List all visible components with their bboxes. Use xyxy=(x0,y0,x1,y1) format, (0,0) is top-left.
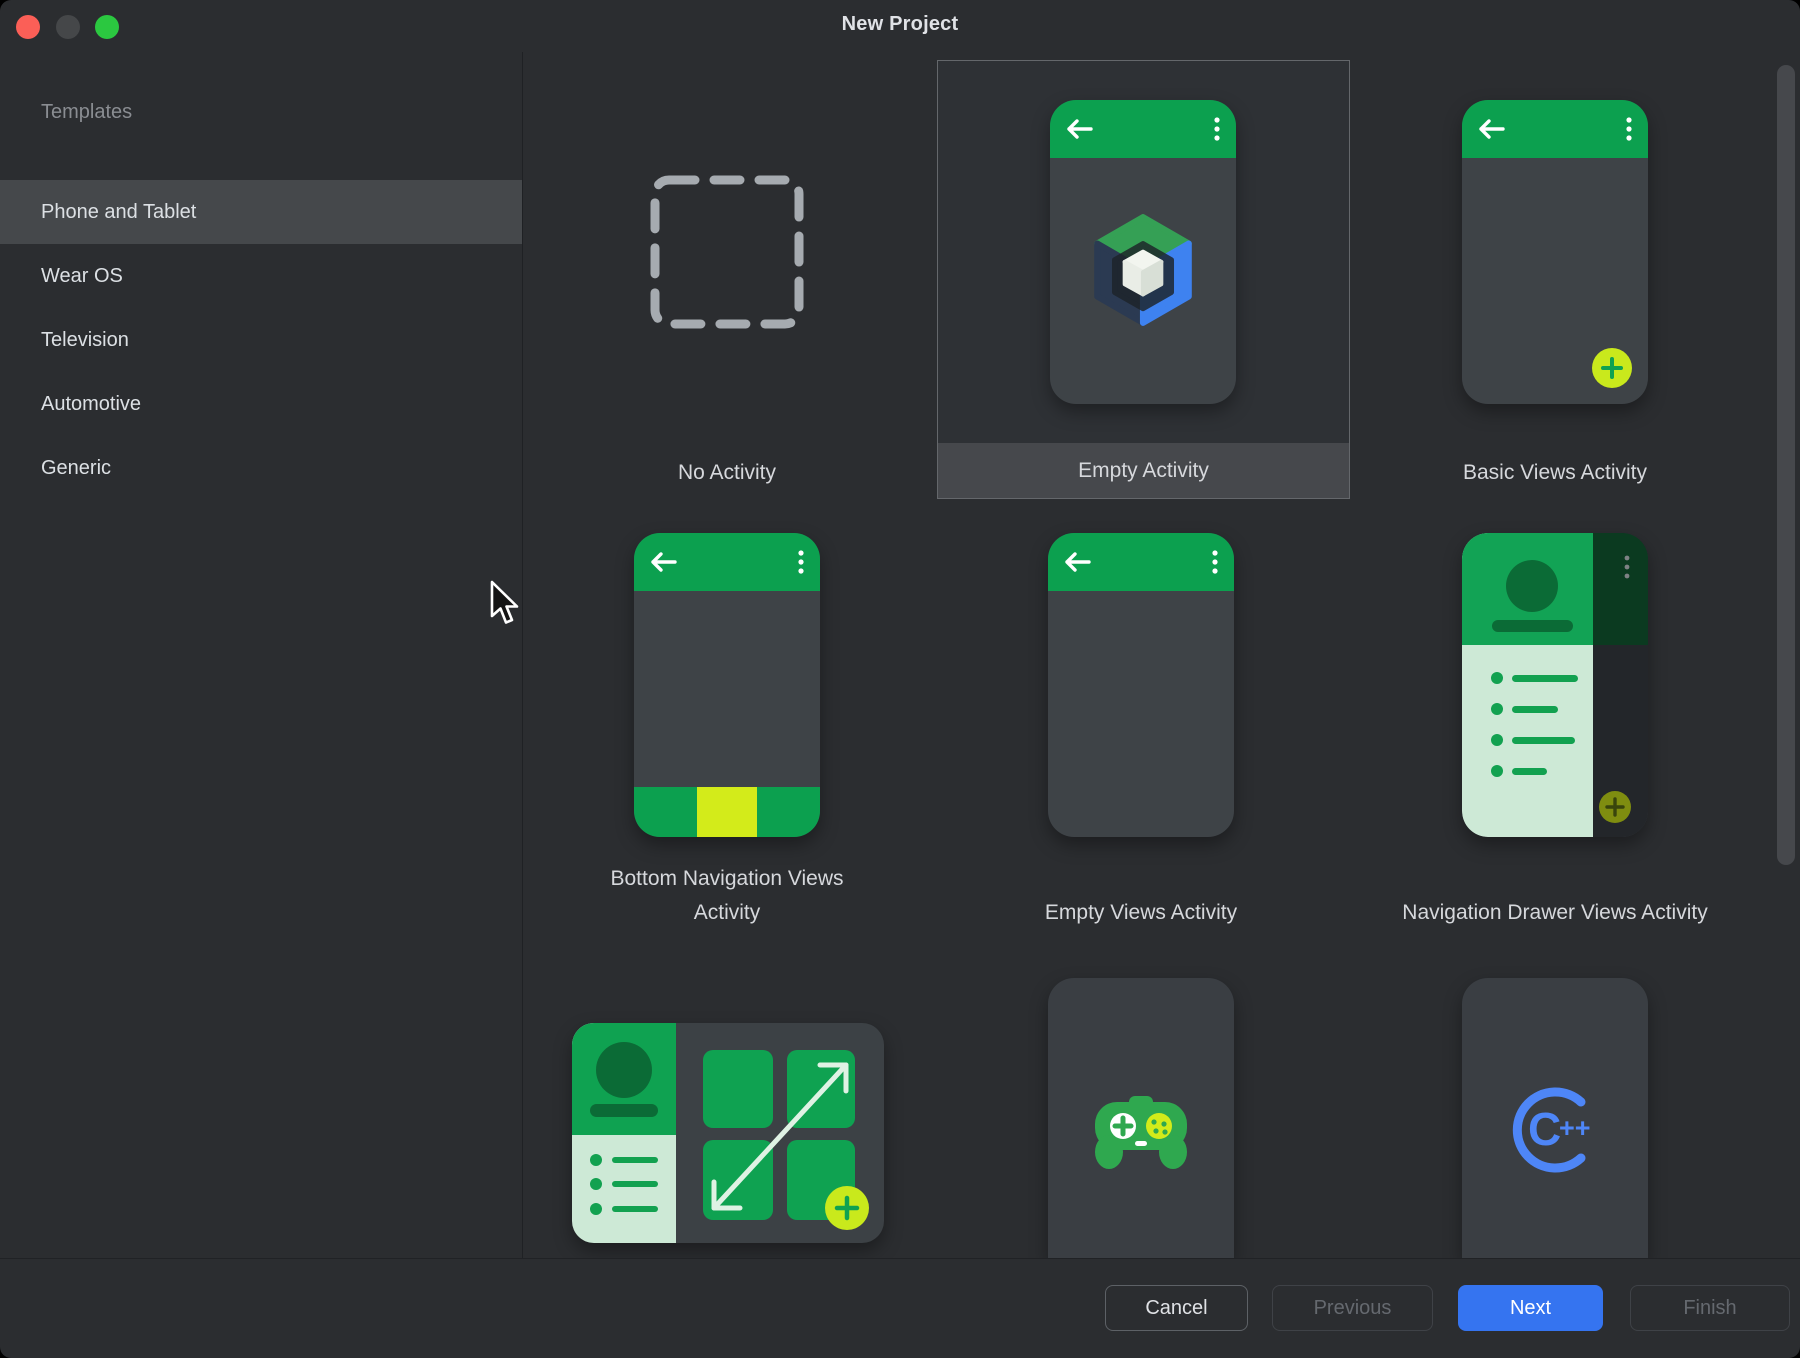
previous-button[interactable]: Previous xyxy=(1272,1285,1433,1331)
footer-divider xyxy=(0,1258,1800,1259)
drawer-list-item xyxy=(1462,734,1593,747)
drawer-title-bar xyxy=(590,1104,658,1117)
template-adaptive-layout[interactable] xyxy=(572,1023,884,1243)
cpp-logo-icon: C ++ xyxy=(1502,1080,1608,1180)
phone-with-fab xyxy=(1462,100,1648,404)
dialog-window: New Project Templates Phone and Tablet W… xyxy=(0,0,1800,1358)
phone-appbar xyxy=(1050,100,1236,158)
next-button[interactable]: Next xyxy=(1458,1285,1603,1331)
sidebar-item-label: Wear OS xyxy=(41,265,123,287)
sidebar-item-label: Phone and Tablet xyxy=(41,201,196,223)
vertical-scrollbar-thumb[interactable] xyxy=(1777,65,1795,865)
phone-appbar xyxy=(634,533,820,591)
templates-header: Templates xyxy=(41,101,132,124)
bottom-nav-selected-segment xyxy=(697,787,757,837)
cancel-button[interactable]: Cancel xyxy=(1105,1285,1248,1331)
avatar xyxy=(1506,560,1558,612)
back-arrow-icon xyxy=(648,551,680,573)
template-label: Bottom Navigation Views Activity xyxy=(592,862,862,930)
phone-with-nav-drawer xyxy=(1462,533,1648,837)
drawer-list-item xyxy=(1462,703,1593,716)
template-label: No Activity xyxy=(527,456,927,490)
back-arrow-icon xyxy=(1064,118,1096,140)
drawer-list-item xyxy=(1462,765,1593,778)
selected-label-strip: Empty Activity xyxy=(938,443,1349,498)
sidebar-item-automotive[interactable]: Automotive xyxy=(0,372,522,436)
drawer-list-item xyxy=(1462,672,1593,685)
template-label: Navigation Drawer Views Activity xyxy=(1355,896,1755,930)
phone-appbar xyxy=(1462,100,1648,158)
fab-plus-dim-icon xyxy=(1599,791,1631,823)
sidebar-item-label: Generic xyxy=(41,457,111,479)
dashed-placeholder-icon xyxy=(649,174,805,330)
dialog-title: New Project xyxy=(0,13,1800,36)
svg-text:C: C xyxy=(1528,1103,1561,1155)
sidebar-item-label: Television xyxy=(41,329,129,351)
fab-plus-icon xyxy=(1592,348,1632,388)
titlebar: New Project xyxy=(0,0,1800,52)
mouse-cursor xyxy=(488,580,522,628)
new-project-dialog: New Project Templates Phone and Tablet W… xyxy=(0,0,1800,1358)
bottom-nav-bar xyxy=(634,787,820,837)
sidebar-item-generic[interactable]: Generic xyxy=(0,436,522,500)
svg-text:++: ++ xyxy=(1559,1113,1591,1143)
template-gallery: No Activity xyxy=(523,52,1800,1258)
game-controller-phone xyxy=(1048,978,1234,1258)
phone-appbar xyxy=(1048,533,1234,591)
drawer-header xyxy=(1462,533,1593,645)
sidebar-item-television[interactable]: Television xyxy=(0,308,522,372)
overflow-menu-icon xyxy=(1212,550,1218,574)
avatar xyxy=(596,1042,652,1098)
overflow-menu-icon xyxy=(1624,555,1630,579)
compose-logo-phone xyxy=(1050,100,1236,404)
overflow-menu-icon xyxy=(1626,117,1632,141)
sidebar-item-label: Automotive xyxy=(41,393,141,415)
overflow-menu-icon xyxy=(798,550,804,574)
game-controller-icon xyxy=(1086,1088,1196,1172)
sidebar-item-phone-and-tablet[interactable]: Phone and Tablet xyxy=(0,180,522,244)
fab-plus-icon xyxy=(825,1186,869,1230)
plain-phone xyxy=(1048,533,1234,837)
drawer-title-bar xyxy=(1492,620,1573,632)
adaptive-drawer-strip xyxy=(572,1023,676,1243)
jetpack-compose-logo xyxy=(1082,205,1204,335)
sidebar-item-wear-os[interactable]: Wear OS xyxy=(0,244,522,308)
nav-drawer-panel xyxy=(1462,533,1593,837)
phone-with-bottom-nav xyxy=(634,533,820,837)
back-arrow-icon xyxy=(1476,118,1508,140)
template-label: Basic Views Activity xyxy=(1355,456,1755,490)
back-arrow-icon xyxy=(1062,551,1094,573)
drawer-header xyxy=(572,1023,676,1135)
overflow-menu-icon xyxy=(1214,117,1220,141)
template-label: Empty Views Activity xyxy=(941,896,1341,930)
finish-button[interactable]: Finish xyxy=(1630,1285,1790,1331)
template-label: Empty Activity xyxy=(938,454,1349,488)
cpp-logo-phone: C ++ xyxy=(1462,978,1648,1258)
template-empty-activity-selected[interactable]: Empty Activity xyxy=(937,60,1350,499)
